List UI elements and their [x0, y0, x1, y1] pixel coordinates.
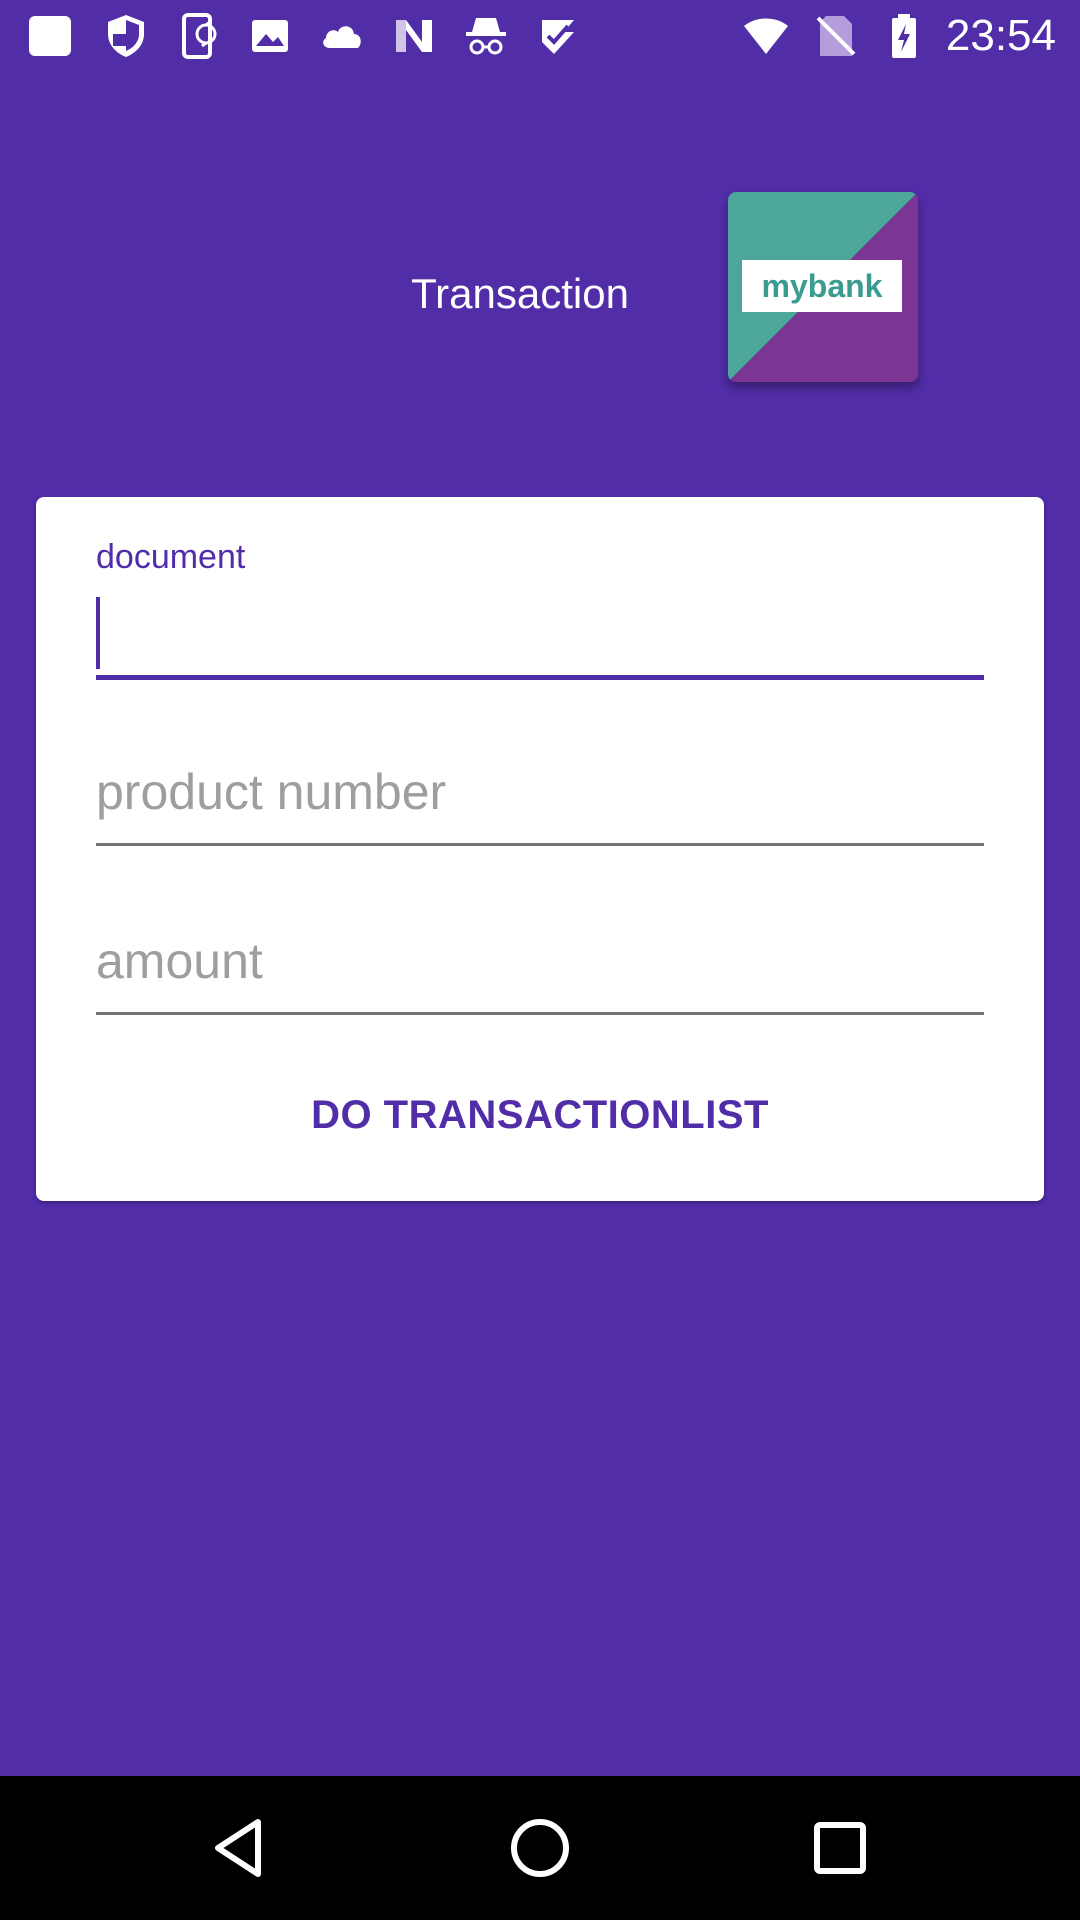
checkmark-icon — [534, 12, 582, 60]
incognito-icon — [462, 12, 510, 60]
home-icon[interactable] — [504, 1812, 576, 1884]
document-field: document — [96, 497, 984, 687]
document-label: document — [96, 538, 246, 576]
navigation-bar — [0, 1776, 1080, 1920]
mybank-logo: mybank — [728, 192, 918, 382]
amount-field — [96, 926, 984, 1026]
product-number-input[interactable] — [96, 757, 984, 827]
status-bar: 23:54 — [0, 0, 1080, 72]
status-clock: 23:54 — [945, 11, 1056, 60]
phone-sync-icon — [176, 12, 224, 60]
do-transactionlist-button[interactable]: DO TRANSACTIONLIST — [96, 1077, 984, 1153]
amount-underline — [96, 1012, 984, 1015]
recents-icon[interactable] — [804, 1812, 876, 1884]
logo-wordmark: mybank — [742, 260, 902, 312]
n-logo-icon — [390, 12, 438, 60]
no-sim-icon — [812, 12, 860, 60]
wifi-icon — [742, 12, 790, 60]
page-title: Transaction — [411, 270, 629, 317]
notification-square-icon — [26, 12, 74, 60]
document-input[interactable] — [96, 597, 984, 667]
amount-input[interactable] — [96, 926, 984, 996]
cloud-icon — [318, 12, 366, 60]
shield-icon — [102, 12, 150, 60]
transaction-form-card: document DO TRANSACTIONLIST — [36, 497, 1044, 1201]
back-icon[interactable] — [204, 1812, 276, 1884]
product-number-underline — [96, 843, 984, 846]
transaction-screen: 23:54 Transaction mybank document DO TRA… — [0, 0, 1080, 1920]
image-icon — [246, 12, 294, 60]
battery-charging-icon — [880, 12, 928, 60]
product-number-field — [96, 757, 984, 857]
document-underline — [96, 675, 984, 680]
